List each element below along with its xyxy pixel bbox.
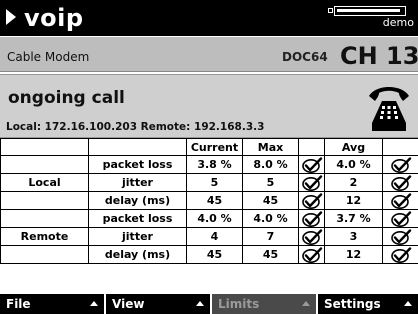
- max-value: 5: [242, 173, 299, 192]
- metric-name: delay (ms): [88, 245, 187, 264]
- current-value: 4.0 %: [186, 209, 243, 228]
- voip-screen: voip demo Cable Modem DOC64 CH 131 ongoi…: [0, 0, 418, 314]
- table-row: Local jitter 5 5 2: [0, 173, 418, 192]
- header-cell: [298, 138, 325, 156]
- table-row: delay (ms) 45 45 12: [0, 191, 418, 210]
- battery-fill: [337, 9, 400, 12]
- current-value: 45: [186, 245, 243, 264]
- current-value: 4: [186, 227, 243, 246]
- telephone-icon: [369, 87, 409, 131]
- call-status-bar: ongoing call Local: 172.16.100.203 Remot…: [0, 74, 418, 138]
- checkmark-circle-icon: [382, 227, 418, 246]
- group-label: [0, 191, 89, 210]
- menu-settings-label: Settings: [324, 297, 381, 311]
- header-max: Max: [242, 138, 299, 156]
- avg-value: 12: [324, 191, 383, 210]
- table-row: packet loss 4.0 % 4.0 % 3.7 %: [0, 209, 418, 228]
- checkmark-circle-icon: [298, 209, 325, 228]
- chevron-up-icon: [404, 301, 412, 306]
- metric-name: packet loss: [88, 209, 187, 228]
- metric-name: delay (ms): [88, 191, 187, 210]
- checkmark-circle-icon: [298, 173, 325, 192]
- title-bar: voip demo: [0, 0, 418, 36]
- table-row: Remote jitter 4 7 3: [0, 227, 418, 246]
- checkmark-circle-icon: [298, 227, 325, 246]
- current-value: 5: [186, 173, 243, 192]
- group-label: Remote: [0, 227, 89, 246]
- soft-key-menu: File View Limits Settings: [0, 294, 418, 314]
- checkmark-circle-icon: [382, 191, 418, 210]
- battery-icon: [328, 6, 406, 16]
- header-avg: Avg: [324, 138, 383, 156]
- avg-value: 3.7 %: [324, 209, 383, 228]
- metric-name: jitter: [88, 173, 187, 192]
- table-row: delay (ms) 45 45 12: [0, 245, 418, 264]
- menu-file[interactable]: File: [0, 294, 104, 314]
- avg-value: 4.0 %: [324, 155, 383, 174]
- app-title: voip: [6, 3, 84, 33]
- chevron-up-icon: [90, 301, 98, 306]
- menu-view-label: View: [112, 297, 145, 311]
- docsis-standard: DOC64: [282, 50, 328, 64]
- header-cell: [0, 138, 89, 156]
- current-value: 45: [186, 191, 243, 210]
- app-title-text: voip: [24, 4, 84, 32]
- table-header-row: Current Max Avg: [0, 138, 418, 156]
- chevron-up-icon: [196, 301, 204, 306]
- menu-settings[interactable]: Settings: [318, 294, 418, 314]
- cable-modem-label: Cable Modem: [7, 50, 90, 64]
- max-value: 8.0 %: [242, 155, 299, 174]
- battery-cap: [328, 8, 333, 13]
- checkmark-circle-icon: [382, 155, 418, 174]
- max-value: 45: [242, 191, 299, 210]
- group-label: [0, 245, 89, 264]
- chevron-up-icon: [302, 301, 310, 306]
- checkmark-circle-icon: [298, 155, 325, 174]
- table-row: packet loss 3.8 % 8.0 % 4.0 %: [0, 155, 418, 174]
- group-label: [0, 155, 89, 174]
- channel-number: CH 131: [340, 42, 418, 70]
- avg-value: 12: [324, 245, 383, 264]
- menu-file-label: File: [6, 297, 31, 311]
- menu-limits-label: Limits: [218, 297, 260, 311]
- checkmark-circle-icon: [382, 245, 418, 264]
- menu-view[interactable]: View: [106, 294, 210, 314]
- call-status-text: ongoing call: [8, 88, 125, 108]
- mode-label: demo: [382, 16, 414, 29]
- max-value: 7: [242, 227, 299, 246]
- checkmark-circle-icon: [382, 173, 418, 192]
- header-cell: [88, 138, 187, 156]
- checkmark-circle-icon: [298, 191, 325, 210]
- menu-limits[interactable]: Limits: [212, 294, 316, 314]
- address-line: Local: 172.16.100.203 Remote: 192.168.3.…: [6, 121, 265, 133]
- header-cell: [382, 138, 418, 156]
- current-value: 3.8 %: [186, 155, 243, 174]
- cable-modem-bar: Cable Modem DOC64 CH 131: [0, 37, 418, 72]
- max-value: 45: [242, 245, 299, 264]
- play-triangle-icon: [6, 9, 16, 25]
- avg-value: 3: [324, 227, 383, 246]
- metric-name: packet loss: [88, 155, 187, 174]
- avg-value: 2: [324, 173, 383, 192]
- checkmark-circle-icon: [382, 209, 418, 228]
- group-label: [0, 209, 89, 228]
- header-current: Current: [186, 138, 243, 156]
- checkmark-circle-icon: [298, 245, 325, 264]
- group-label: Local: [0, 173, 89, 192]
- max-value: 4.0 %: [242, 209, 299, 228]
- metric-name: jitter: [88, 227, 187, 246]
- voip-stats-table: Current Max Avg packet loss 3.8 % 8.0 % 4.0…: [0, 138, 418, 264]
